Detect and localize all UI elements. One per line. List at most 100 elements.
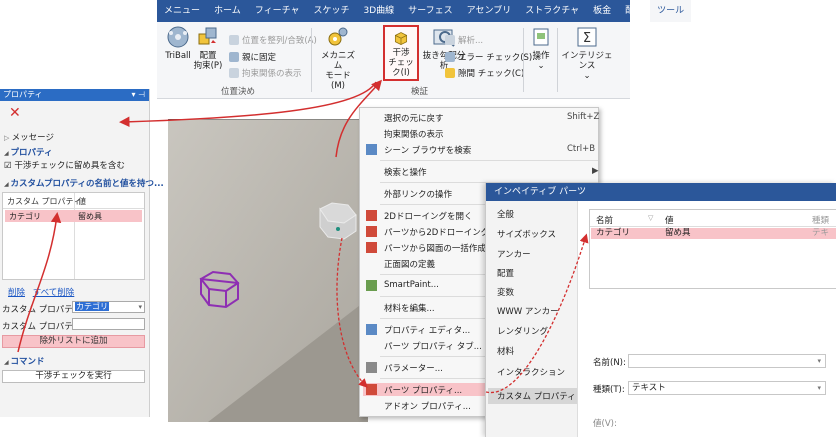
constraints-icon bbox=[229, 68, 239, 78]
menu-item-property-editor[interactable]: プロパティ エディタ... bbox=[384, 324, 470, 336]
tab-sketch[interactable]: スケッチ bbox=[306, 0, 356, 22]
tab-surface[interactable]: サーフェス bbox=[401, 0, 459, 22]
run-interference-check-button[interactable]: 干渉チェックを実行 bbox=[2, 370, 145, 383]
scene-graphic bbox=[168, 119, 368, 422]
menu-key-undo-selection: Shift+Z bbox=[567, 112, 600, 122]
analysis-button[interactable]: 解析... bbox=[445, 34, 483, 46]
menu-key-search-scene-browser: Ctrl+B bbox=[567, 144, 596, 154]
menu-item-part-properties[interactable]: パーツ プロパティ... bbox=[384, 384, 462, 396]
col-header-name: カスタム プロパティ bbox=[7, 197, 82, 206]
tab-3d-curve[interactable]: 3D曲線 bbox=[357, 0, 402, 22]
property-panel: プロパティ ▾ ⊣ ✕ ▷ メッセージ プロパティ ☑ 干渉チェックに留め具を含… bbox=[0, 89, 164, 417]
name-field[interactable]: ▾ bbox=[628, 354, 826, 368]
bolt-selected[interactable] bbox=[319, 202, 357, 240]
place-constrain-icon bbox=[198, 27, 217, 45]
operation-button[interactable]: 操作 ⌄ bbox=[529, 25, 553, 71]
tab-home[interactable]: ホーム bbox=[207, 0, 248, 22]
menu-item-addon-properties[interactable]: アドオン プロパティ... bbox=[384, 400, 471, 412]
include-fasteners-label: 干渉チェックに留め具を含む bbox=[14, 161, 125, 171]
paint-brush-icon bbox=[366, 280, 377, 291]
row-value-cell: 留め具 bbox=[78, 212, 102, 221]
tab-structure[interactable]: ストラクチャ bbox=[518, 0, 586, 22]
name-label: 名前(N): bbox=[593, 358, 626, 368]
triball-button[interactable]: TriBall bbox=[163, 25, 193, 61]
tab-menu[interactable]: メニュー bbox=[157, 0, 207, 22]
tab-sheet-metal[interactable]: 板金 bbox=[586, 0, 618, 22]
interference-check-label: 干渉 チェック(I) bbox=[388, 48, 414, 78]
menu-item-edit-material[interactable]: 材料を編集... bbox=[384, 302, 435, 314]
place-constrain-button[interactable]: 配置 拘束(P) bbox=[193, 25, 223, 71]
property-panel-title: プロパティ bbox=[3, 90, 43, 99]
show-constraints-button[interactable]: 拘束関係の表示 bbox=[229, 67, 302, 79]
nav-item-sizebox[interactable]: サイズボックス bbox=[497, 228, 556, 240]
close-icon[interactable]: ✕ bbox=[9, 105, 21, 121]
col-header-name: 名前 bbox=[596, 216, 614, 226]
menu-item-search-scene-browser[interactable]: シーン ブラウザを検索 bbox=[384, 144, 471, 156]
submenu-arrow-icon: ▶ bbox=[592, 166, 599, 176]
name-field-value: カテゴリ bbox=[75, 302, 109, 311]
fix-parent-button[interactable]: 親に固定 bbox=[229, 51, 276, 63]
tab-assembly[interactable]: アセンブリ bbox=[460, 0, 519, 22]
arrange-merge-button[interactable]: 位置を整列/合致(A) bbox=[229, 34, 317, 46]
gap-check-button[interactable]: 隙間 チェック(C) bbox=[445, 67, 524, 79]
custom-property-value-field[interactable] bbox=[72, 318, 145, 330]
menu-item-show-constraints[interactable]: 拘束関係の表示 bbox=[384, 128, 444, 140]
draft-analysis-button[interactable]: 抜き勾配分析 bbox=[422, 25, 466, 71]
interference-check-button[interactable]: 干渉 チェック(I) bbox=[383, 25, 419, 81]
error-check-icon bbox=[445, 52, 455, 62]
intellisense-button[interactable]: Σ インテリジェンス ⌄ bbox=[561, 25, 613, 81]
nav-item-anchor[interactable]: アンカー bbox=[497, 248, 531, 260]
message-section[interactable]: ▷ メッセージ bbox=[4, 131, 54, 143]
property-panel-titlebar: プロパティ ▾ ⊣ bbox=[0, 89, 149, 101]
ribbon-body: TriBall 配置 拘束(P) 位置を整列/合致(A) 親に固定 拘束関係の表… bbox=[157, 22, 630, 99]
tab-tools[interactable]: ツール bbox=[650, 0, 692, 22]
dialog-title: インペイティブ パーツ bbox=[486, 183, 836, 201]
mechanism-mode-button[interactable]: メカニズム モード(M) bbox=[319, 25, 357, 91]
nav-item-variables[interactable]: 変数 bbox=[497, 286, 514, 298]
nav-item-material[interactable]: 材料 bbox=[497, 345, 514, 357]
delete-link[interactable]: 削除 bbox=[8, 288, 25, 298]
section-command[interactable]: コマンド bbox=[4, 355, 45, 367]
nav-item-www-anchor[interactable]: WWW アンカー bbox=[497, 305, 559, 317]
add-to-exclusion-button[interactable]: 除外リストに追加 bbox=[2, 335, 145, 348]
delete-all-link[interactable]: すべて削除 bbox=[33, 288, 75, 298]
tab-feature[interactable]: フィーチャ bbox=[248, 0, 307, 22]
section-custom-property[interactable]: カスタムプロパティの名前と値を持つ... bbox=[4, 177, 164, 189]
custom-property-table: カスタム プロパティ 値 カテゴリ 留め具 bbox=[2, 192, 145, 280]
tab-sm[interactable]: Sm bbox=[691, 0, 719, 22]
type-field[interactable]: テキスト ▾ bbox=[628, 381, 826, 395]
chevron-down-icon[interactable]: ▾ bbox=[817, 355, 821, 367]
chevron-down-icon[interactable]: ▾ bbox=[138, 302, 142, 312]
menu-item-part-property-tab[interactable]: パーツ プロパティ タブ... bbox=[384, 340, 482, 352]
nav-item-interaction[interactable]: インタラクション bbox=[497, 366, 565, 378]
ribbon-tab-bar: メニュー ホーム フィーチャ スケッチ 3D曲線 サーフェス アセンブリ ストラ… bbox=[157, 0, 713, 22]
nav-item-position[interactable]: 配置 bbox=[497, 267, 514, 279]
nav-item-general[interactable]: 全般 bbox=[497, 208, 514, 220]
pin-icon[interactable]: ▾ ⊣ bbox=[131, 89, 145, 101]
menu-item-parameters[interactable]: パラメーター... bbox=[384, 362, 443, 374]
menu-item-search-operate[interactable]: 検索と操作 bbox=[384, 166, 427, 178]
menu-item-open-2d-drawing[interactable]: 2Dドローイングを開く bbox=[384, 210, 472, 222]
tab-piping[interactable]: 配管 bbox=[618, 0, 650, 22]
triball-icon bbox=[167, 26, 189, 48]
nav-item-custom-properties[interactable]: カスタム プロパティ bbox=[497, 390, 576, 402]
menu-item-batch-drawings[interactable]: パーツから図面の一括作成 bbox=[384, 242, 486, 254]
menu-item-define-front-view[interactable]: 正面図の定義 bbox=[384, 258, 435, 270]
menu-item-undo-selection[interactable]: 選択の元に戻す bbox=[384, 112, 444, 124]
menu-item-external-links[interactable]: 外部リンクの操作 bbox=[384, 188, 452, 200]
triball-label: TriBall bbox=[165, 51, 191, 61]
interference-cube-icon bbox=[394, 32, 408, 45]
chevron-down-icon[interactable]: ▾ bbox=[817, 382, 821, 394]
nav-item-rendering[interactable]: レンダリング bbox=[497, 325, 548, 337]
include-fasteners-checkbox[interactable]: ☑ 干渉チェックに留め具を含む bbox=[4, 159, 125, 171]
header-divider bbox=[590, 226, 836, 227]
error-check-button[interactable]: エラー チェック(S)... bbox=[445, 51, 540, 63]
menu-item-smartpaint[interactable]: SmartPaint... bbox=[384, 280, 439, 290]
delete-links: 削除 すべて削除 bbox=[8, 286, 74, 298]
error-check-label: エラー チェック(S)... bbox=[458, 53, 541, 63]
operation-label: 操作 bbox=[532, 51, 550, 61]
custom-property-name-field[interactable]: カテゴリ ▾ bbox=[72, 301, 145, 313]
section-property[interactable]: プロパティ bbox=[4, 146, 53, 158]
part-property-icon bbox=[366, 384, 377, 395]
3d-viewport[interactable] bbox=[168, 119, 368, 422]
